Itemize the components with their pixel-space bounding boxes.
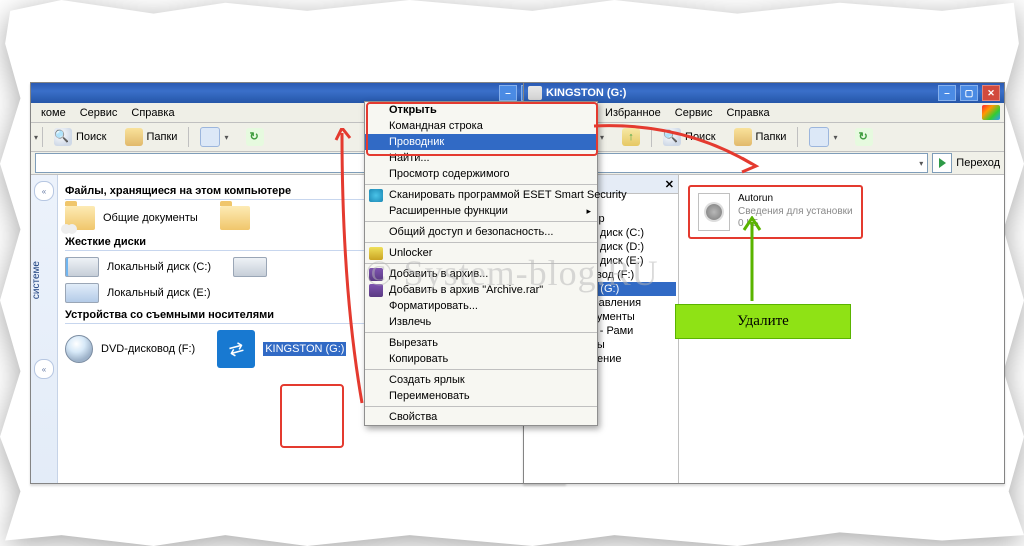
collapse-icon[interactable]: « (34, 359, 54, 379)
menu-item[interactable]: Справка (720, 105, 775, 121)
menu-item[interactable]: Сервис (74, 105, 124, 121)
context-menu-item[interactable]: Добавить в архив "Archive.rar" (365, 282, 597, 298)
context-menu-item[interactable]: Просмотр содержимого (365, 166, 597, 182)
search-button[interactable]: Поиск (656, 125, 722, 149)
views-icon (809, 127, 829, 147)
go-arrow-icon (939, 158, 946, 168)
views-button[interactable]: ▾ (802, 125, 844, 149)
hdd-icon (233, 257, 267, 277)
search-icon (54, 128, 72, 146)
rar-icon (369, 284, 383, 297)
task-pane: « системе « « (31, 175, 58, 483)
up-icon (622, 128, 640, 146)
rar-icon (369, 268, 383, 281)
context-menu-item[interactable]: Найти... (365, 150, 597, 166)
menu-item[interactable]: Справка (125, 105, 180, 121)
item-dvd[interactable]: DVD-дисковод (F:) (65, 335, 195, 363)
close-button[interactable]: ✕ (982, 85, 1000, 101)
file-name: Autorun (738, 193, 853, 206)
context-menu-item[interactable]: Unlocker (365, 245, 597, 261)
menu-item[interactable]: Сервис (669, 105, 719, 121)
label: Общие документы (103, 212, 198, 224)
go-label: Переход (956, 157, 1000, 169)
minimize-button[interactable]: ‒ (499, 85, 517, 101)
folders-button[interactable]: Папки (727, 125, 794, 149)
file-autorun[interactable]: Autorun Сведения для установки 0 КБ (688, 185, 863, 239)
refresh-button[interactable] (239, 125, 271, 149)
label: Папки (756, 131, 787, 143)
label: Поиск (76, 131, 106, 143)
taskpane-label: системе (31, 261, 42, 299)
collapse-icon[interactable]: « (34, 181, 54, 201)
context-menu-item[interactable]: Вырезать (365, 335, 597, 351)
titlebar[interactable]: KINGSTON (G:) ‒ ▢ ✕ (524, 83, 1004, 103)
label: Локальный диск (E:) (107, 287, 211, 299)
context-menu-item[interactable]: Создать ярлык (365, 372, 597, 388)
views-button[interactable]: ▾ (193, 125, 235, 149)
window-title: KINGSTON (G:) (546, 87, 626, 99)
label: KINGSTON (G:) (263, 342, 346, 356)
context-menu[interactable]: ОткрытьКомандная строкаПроводникНайти...… (364, 101, 598, 426)
context-menu-item[interactable]: Расширенные функции (365, 203, 597, 219)
file-type: Сведения для установки (738, 206, 853, 219)
label: Локальный диск (C:) (107, 261, 211, 273)
chevron-down-icon[interactable]: ▾ (919, 159, 923, 168)
item-shared-docs[interactable]: Общие документы (65, 206, 198, 230)
views-icon (200, 127, 220, 147)
drive-sysicon (528, 86, 542, 100)
minimize-button[interactable]: ‒ (938, 85, 956, 101)
file-icon (698, 193, 730, 231)
refresh-icon (246, 128, 264, 146)
item-drive-c[interactable]: Локальный диск (C:) (65, 257, 211, 277)
context-menu-item[interactable]: Командная строка (365, 118, 597, 134)
eset-icon (369, 189, 383, 202)
context-menu-item[interactable]: Форматировать... (365, 298, 597, 314)
folders-button[interactable]: Папки (118, 125, 185, 149)
context-menu-item[interactable]: Свойства (365, 409, 597, 425)
maximize-button[interactable]: ▢ (960, 85, 978, 101)
label: Поиск (685, 131, 715, 143)
item-drive-d[interactable] (233, 257, 267, 277)
item-user-docs[interactable] (220, 206, 250, 230)
go-button[interactable] (932, 153, 952, 173)
file-size: 0 КБ (738, 218, 853, 231)
folder-shared-icon (65, 206, 95, 230)
search-icon (663, 128, 681, 146)
context-menu-item[interactable]: Общий доступ и безопасность... (365, 224, 597, 240)
context-menu-item[interactable]: Открыть (365, 102, 597, 118)
context-menu-item[interactable]: Сканировать программой ESET Smart Securi… (365, 187, 597, 203)
win-logo-icon (982, 105, 1000, 120)
label: DVD-дисковод (F:) (101, 343, 195, 355)
folder-icon (734, 128, 752, 146)
hdd-icon (65, 257, 99, 277)
item-usb-drive[interactable]: KINGSTON (G:) (217, 330, 346, 368)
item-drive-e[interactable]: Локальный диск (E:) (65, 283, 211, 303)
up-button[interactable] (615, 125, 647, 149)
refresh-icon (855, 128, 873, 146)
search-button[interactable]: Поиск (47, 125, 113, 149)
context-menu-item[interactable]: Извлечь (365, 314, 597, 330)
context-menu-item[interactable]: Добавить в архив... (365, 266, 597, 282)
menu-item[interactable]: Избранное (599, 105, 667, 121)
titlebar[interactable]: ‒ ▢ ✕ (31, 83, 565, 103)
chevron-down-icon: ▾ (34, 133, 38, 142)
annotation-delete-label: Удалите (675, 304, 851, 339)
refresh-button[interactable] (848, 125, 880, 149)
menu-item[interactable]: коме (35, 105, 72, 121)
context-menu-item[interactable]: Проводник (365, 134, 597, 150)
context-menu-item[interactable]: Копировать (365, 351, 597, 367)
dvd-icon (65, 335, 93, 363)
gear-icon (706, 204, 722, 220)
folder-icon (220, 206, 250, 230)
hdd-icon (65, 283, 99, 303)
label: Папки (147, 131, 178, 143)
context-menu-item[interactable]: Переименовать (365, 388, 597, 404)
close-icon[interactable]: ✕ (665, 178, 674, 191)
usb-icon (217, 330, 255, 368)
unl-icon (369, 247, 383, 260)
folder-icon (125, 128, 143, 146)
